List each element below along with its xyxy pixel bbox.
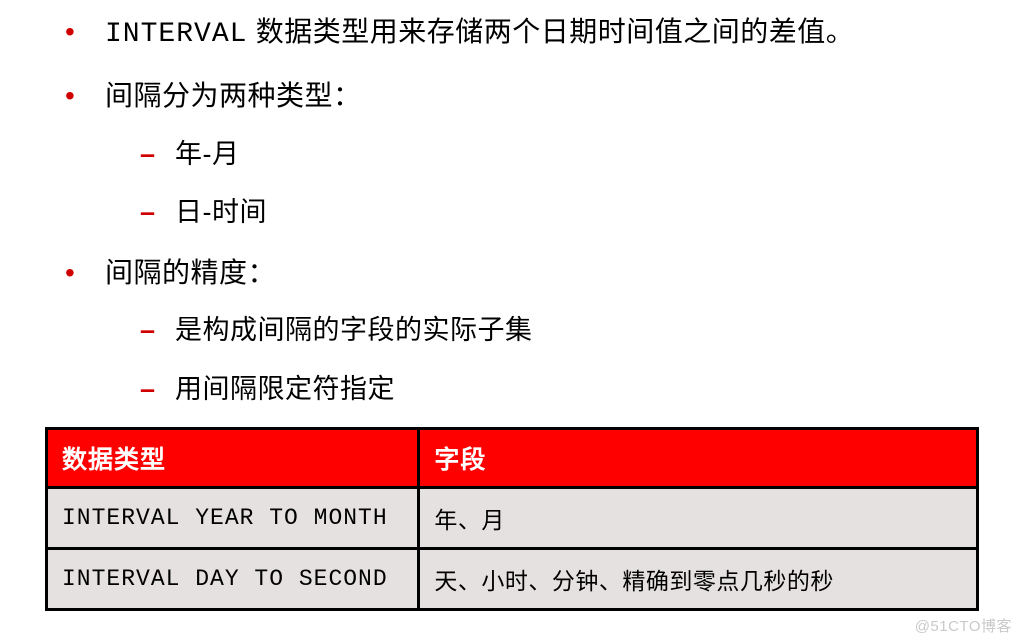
table-header-type: 数据类型: [47, 429, 419, 488]
slide-content: INTERVAL 数据类型用来存储两个日期时间值之间的差值。 间隔分为两种类型：…: [45, 10, 979, 611]
table-row: INTERVAL YEAR TO MONTH 年、月: [47, 488, 978, 549]
bullet-text: 间隔的精度：: [105, 257, 276, 288]
bullet-item: 间隔分为两种类型： 年-月 日-时间: [45, 74, 979, 232]
code-keyword: INTERVAL: [105, 19, 247, 50]
table-cell-field: 天、小时、分钟、精确到零点几秒的秒: [419, 549, 978, 610]
interval-type-table: 数据类型 字段 INTERVAL YEAR TO MONTH 年、月 INTER…: [45, 427, 979, 611]
sub-bullet-list: 是构成间隔的字段的实际子集 用间隔限定符指定: [105, 310, 979, 409]
table-header-row: 数据类型 字段: [47, 429, 978, 488]
table-cell-type: INTERVAL YEAR TO MONTH: [47, 488, 419, 549]
sub-bullet-item: 日-时间: [105, 192, 979, 233]
bullet-item: INTERVAL 数据类型用来存储两个日期时间值之间的差值。: [45, 10, 979, 56]
main-bullet-list: INTERVAL 数据类型用来存储两个日期时间值之间的差值。 间隔分为两种类型：…: [45, 10, 979, 409]
bullet-item: 间隔的精度： 是构成间隔的字段的实际子集 用间隔限定符指定: [45, 251, 979, 409]
table-row: INTERVAL DAY TO SECOND 天、小时、分钟、精确到零点几秒的秒: [47, 549, 978, 610]
table-header-field: 字段: [419, 429, 978, 488]
sub-bullet-item: 年-月: [105, 134, 979, 175]
bullet-text: 间隔分为两种类型：: [105, 80, 362, 111]
table-cell-field: 年、月: [419, 488, 978, 549]
bullet-text: 数据类型用来存储两个日期时间值之间的差值。: [247, 16, 854, 47]
sub-bullet-item: 用间隔限定符指定: [105, 369, 979, 410]
table-cell-type: INTERVAL DAY TO SECOND: [47, 549, 419, 610]
sub-bullet-item: 是构成间隔的字段的实际子集: [105, 310, 979, 351]
watermark-text: @51CTO博客: [915, 615, 1012, 636]
sub-bullet-list: 年-月 日-时间: [105, 134, 979, 233]
